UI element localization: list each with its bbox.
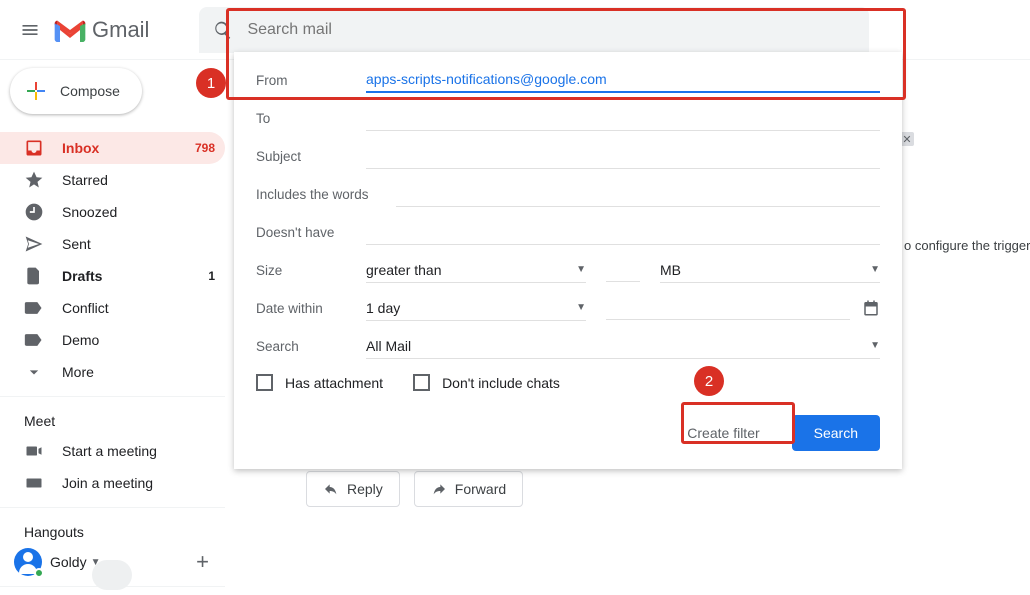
date-input[interactable] (606, 296, 850, 320)
label-icon (24, 330, 44, 350)
size-operator-select[interactable]: greater than▼ (366, 258, 586, 283)
avatar (14, 548, 42, 576)
to-input[interactable] (366, 106, 880, 131)
size-label: Size (256, 263, 366, 278)
doesnt-have-input[interactable] (366, 220, 880, 245)
main-menu-button[interactable] (10, 10, 50, 50)
gmail-brand-text: Gmail (92, 17, 149, 43)
email-body-snippet: o configure the triggers fo (904, 238, 1030, 253)
exclude-chats-checkbox[interactable]: Don't include chats (413, 374, 560, 391)
subject-label: Subject (256, 149, 366, 164)
chevron-down-icon: ▼ (576, 302, 586, 313)
reply-button[interactable]: Reply (306, 471, 400, 507)
advanced-search-panel: From To Subject Includes the words Doesn… (234, 52, 902, 469)
nav-demo[interactable]: Demo (0, 324, 225, 356)
forward-button[interactable]: Forward (414, 471, 523, 507)
chevron-down-icon: ▼ (870, 340, 880, 351)
reply-icon (323, 481, 339, 497)
to-label: To (256, 111, 366, 126)
subject-input[interactable] (366, 144, 880, 169)
size-unit-select[interactable]: MB▼ (660, 258, 880, 283)
includes-input[interactable] (396, 182, 880, 207)
label-icon (24, 298, 44, 318)
nav-drafts[interactable]: Drafts 1 (0, 260, 225, 292)
search-input[interactable] (247, 21, 855, 39)
nav-starred[interactable]: Starred (0, 164, 225, 196)
date-range-select[interactable]: 1 day▼ (366, 296, 586, 321)
chevron-down-icon (24, 362, 44, 382)
inbox-icon (24, 138, 44, 158)
gmail-logo[interactable]: Gmail (54, 17, 149, 43)
new-conversation-button[interactable]: + (196, 549, 215, 575)
hangouts-chat-icon[interactable] (92, 560, 132, 590)
size-value-input[interactable] (606, 258, 640, 282)
checkbox-icon (256, 374, 273, 391)
compose-button[interactable]: Compose (10, 68, 142, 114)
video-icon (24, 441, 44, 461)
chevron-down-icon: ▼ (870, 264, 880, 275)
search-icon (213, 20, 233, 40)
search-in-select[interactable]: All Mail▼ (366, 334, 880, 359)
meet-section-title: Meet (0, 397, 225, 435)
from-label: From (256, 73, 366, 88)
forward-icon (431, 481, 447, 497)
includes-label: Includes the words (256, 187, 396, 202)
chip-close-icon[interactable]: ✕ (900, 132, 914, 146)
clock-icon (24, 202, 44, 222)
keyboard-icon (24, 473, 44, 493)
checkbox-icon (413, 374, 430, 391)
create-filter-button[interactable]: Create filter (671, 415, 775, 451)
start-meeting[interactable]: Start a meeting (0, 435, 225, 467)
date-within-label: Date within (256, 301, 366, 316)
plus-icon (24, 79, 48, 103)
send-icon (24, 234, 44, 254)
nav-inbox[interactable]: Inbox 798 (0, 132, 225, 164)
hangouts-section-title: Hangouts (0, 508, 225, 546)
nav-sent[interactable]: Sent (0, 228, 225, 260)
from-input[interactable] (366, 67, 880, 93)
star-icon (24, 170, 44, 190)
chevron-down-icon: ▼ (576, 264, 586, 275)
search-in-label: Search (256, 339, 366, 354)
calendar-icon[interactable] (862, 299, 880, 317)
nav-more[interactable]: More (0, 356, 225, 388)
doesnt-have-label: Doesn't have (256, 225, 366, 240)
gmail-icon (54, 18, 86, 42)
search-button[interactable]: Search (792, 415, 880, 451)
nav-conflict[interactable]: Conflict (0, 292, 225, 324)
compose-label: Compose (60, 83, 120, 99)
nav-snoozed[interactable]: Snoozed (0, 196, 225, 228)
presence-icon (34, 568, 44, 578)
file-icon (24, 266, 44, 286)
search-bar[interactable] (199, 7, 869, 53)
join-meeting[interactable]: Join a meeting (0, 467, 225, 499)
has-attachment-checkbox[interactable]: Has attachment (256, 374, 383, 391)
